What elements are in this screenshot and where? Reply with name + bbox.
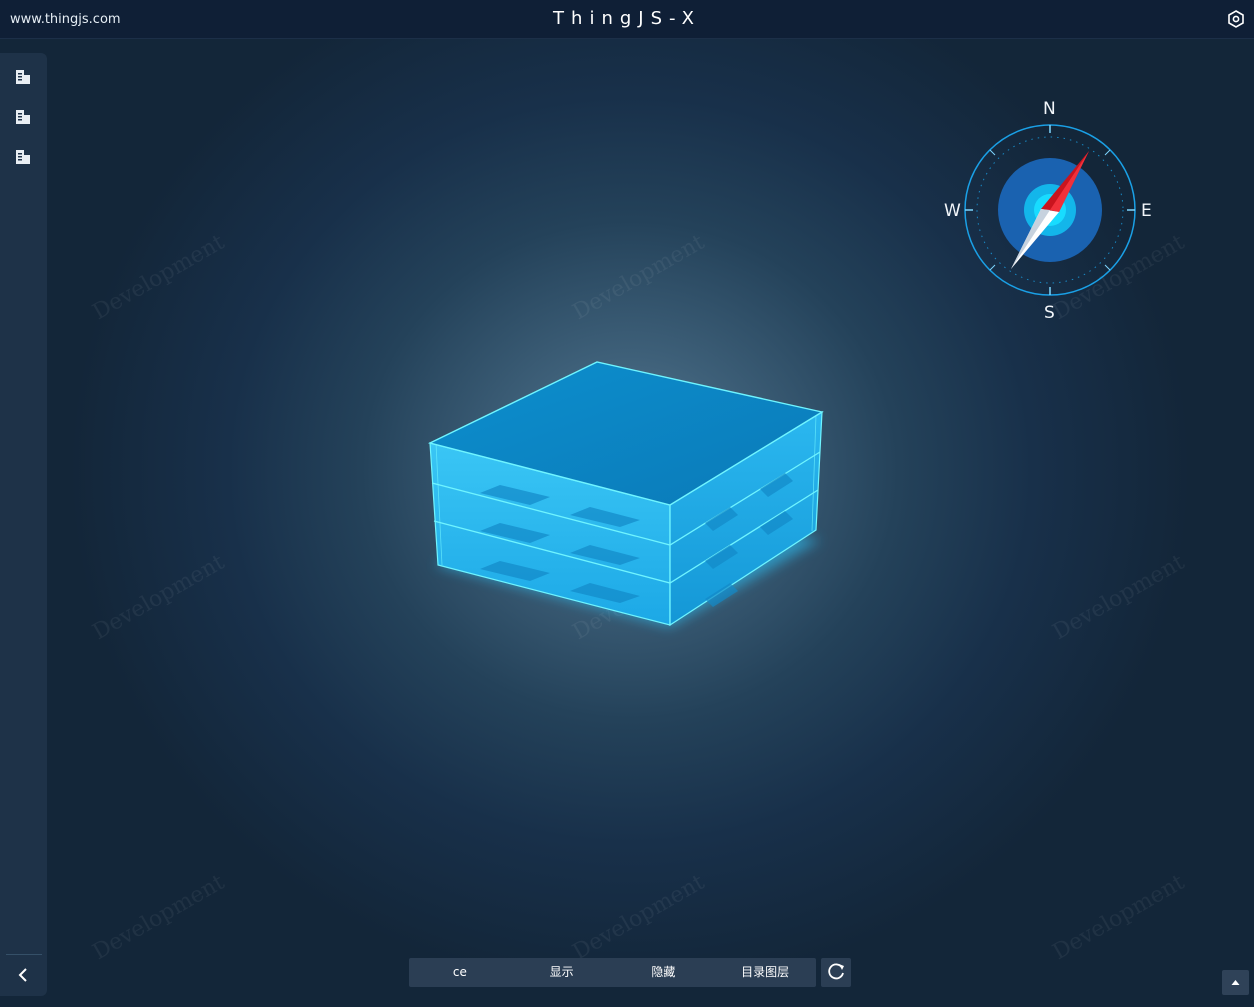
expand-panel-button[interactable] [1222, 970, 1249, 995]
app-title: ThingJS-X [553, 8, 701, 29]
left-sidebar [0, 53, 47, 996]
watermark: Development [568, 869, 709, 966]
watermark: Development [88, 229, 229, 326]
settings-hex-icon[interactable] [1226, 9, 1246, 29]
building-icon[interactable] [13, 67, 33, 87]
refresh-button[interactable] [821, 958, 851, 987]
sidebar-divider [6, 954, 42, 955]
refresh-icon [828, 963, 844, 980]
watermark: Development [568, 229, 709, 326]
watermark: Development [1048, 549, 1189, 646]
watermark: Development [88, 869, 229, 966]
compass-dial [964, 124, 1136, 296]
chevron-left-icon[interactable] [13, 965, 33, 985]
toolbar-button-show[interactable]: 显示 [511, 958, 613, 987]
bottom-toolbar: ce 显示 隐藏 目录图层 [409, 958, 816, 987]
watermark: Development [1048, 869, 1189, 966]
caret-up-icon [1231, 980, 1240, 985]
top-bar: www.thingjs.com ThingJS-X [0, 0, 1254, 39]
building-icon[interactable] [13, 107, 33, 127]
building-icon[interactable] [13, 147, 33, 167]
watermark: Development [88, 549, 229, 646]
3d-building-model[interactable] [420, 355, 840, 685]
toolbar-button-layer-directory[interactable]: 目录图层 [714, 958, 816, 987]
toolbar-button-hide[interactable]: 隐藏 [613, 958, 715, 987]
compass-widget[interactable]: N E S W [940, 95, 1160, 325]
toolbar-button-ce[interactable]: ce [409, 958, 511, 987]
